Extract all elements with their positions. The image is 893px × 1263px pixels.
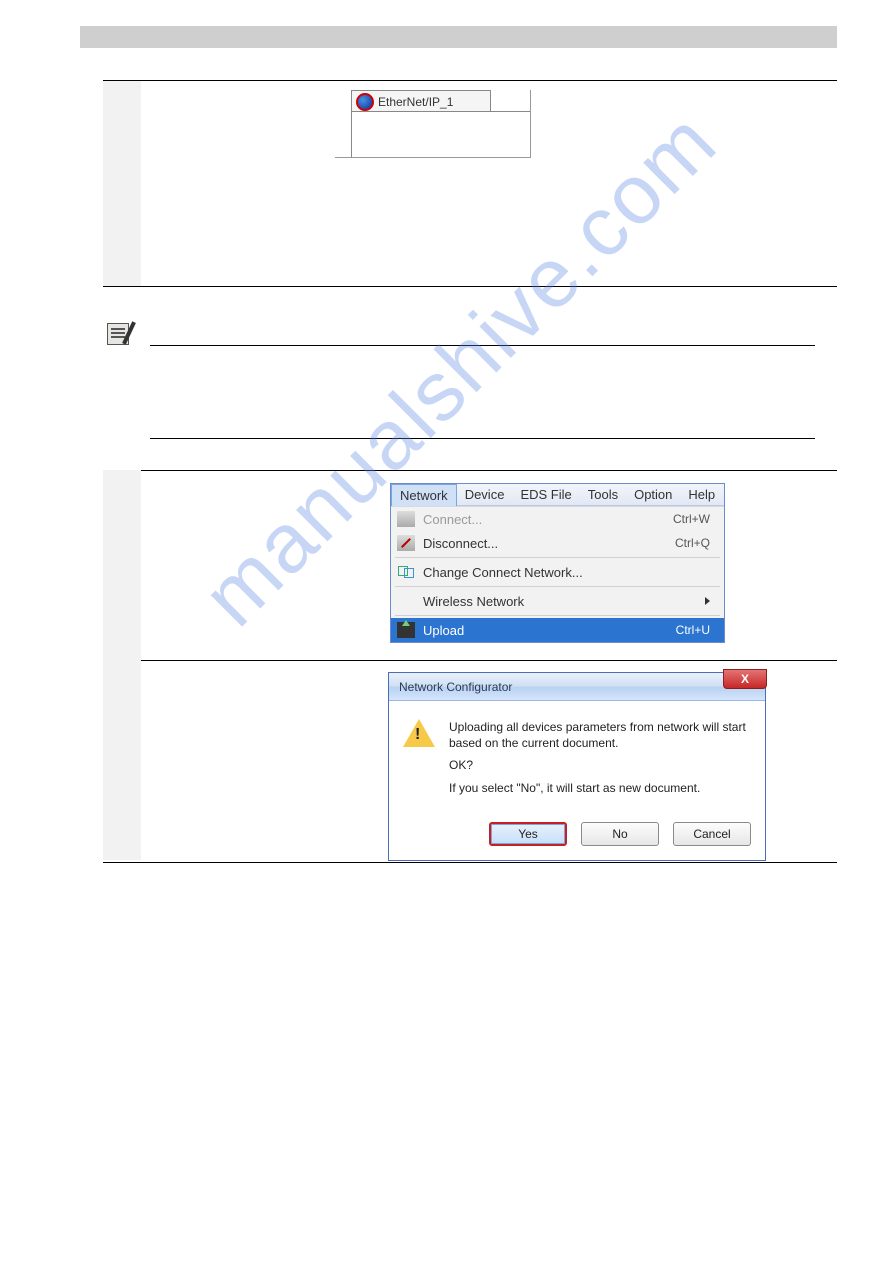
tab-ethernet-ip[interactable]: EtherNet/IP_1 [351,90,491,112]
menubar: Network Device EDS File Tools Option Hel… [391,484,724,506]
menu-label: Change Connect Network... [423,565,716,580]
connect-icon [397,511,415,527]
menu-device[interactable]: Device [457,484,513,505]
dialog-network-configurator: Network Configurator X Uploading all dev… [388,672,766,861]
menu-item-upload[interactable]: Upload Ctrl+U [391,618,724,642]
cancel-button[interactable]: Cancel [673,822,751,846]
menu-shortcut: Ctrl+U [676,623,716,637]
menu-label: Upload [423,623,668,638]
tab-pane [351,111,530,157]
note-icon [107,323,129,345]
menu-widget: Network Device EDS File Tools Option Hel… [390,483,725,643]
menu-item-connect[interactable]: Connect... Ctrl+W [391,507,724,531]
rule [150,438,815,439]
yes-button[interactable]: Yes [489,822,567,846]
dialog-message: Uploading all devices parameters from ne… [449,719,751,802]
warning-icon [403,719,435,751]
menu-separator [395,615,720,616]
dialog-body: Uploading all devices parameters from ne… [389,701,765,812]
tab-label: EtherNet/IP_1 [378,95,453,109]
chevron-right-icon [705,597,710,605]
menu-item-wireless[interactable]: Wireless Network [391,589,724,613]
rule [103,80,837,81]
menu-eds-file[interactable]: EDS File [512,484,579,505]
no-button[interactable]: No [581,822,659,846]
rule [150,345,815,346]
page-header-bar [80,26,837,48]
menu-network[interactable]: Network [391,484,457,506]
menu-separator [395,557,720,558]
change-network-icon [397,564,415,580]
rule [103,470,837,471]
menu-shortcut: Ctrl+W [673,512,716,526]
dialog-button-row: Yes No Cancel [389,812,765,860]
menu-tools[interactable]: Tools [580,484,626,505]
rule [103,286,837,287]
close-icon: X [741,672,749,686]
rule [103,862,837,863]
menu-shortcut: Ctrl+Q [675,536,716,550]
spacer-icon [397,593,415,609]
step-number-cell [103,470,141,660]
dialog-title: Network Configurator [399,680,512,694]
menu-item-change-network[interactable]: Change Connect Network... [391,560,724,584]
dialog-titlebar: Network Configurator X [389,673,765,701]
step-number-cell [103,81,141,286]
dialog-line: Uploading all devices parameters from ne… [449,719,751,751]
step-number-cell [103,660,141,860]
menu-label: Disconnect... [423,536,667,551]
rule [103,660,837,661]
dialog-line: OK? [449,757,751,773]
menu-help[interactable]: Help [680,484,723,505]
menu-option[interactable]: Option [626,484,680,505]
dialog-line: If you select "No", it will start as new… [449,780,751,796]
close-button[interactable]: X [723,669,767,689]
menu-label: Connect... [423,512,665,527]
menu-item-disconnect[interactable]: Disconnect... Ctrl+Q [391,531,724,555]
globe-icon [356,93,374,111]
upload-icon [397,622,415,638]
ethernet-tab-widget: EtherNet/IP_1 [335,90,531,158]
menu-dropdown: Connect... Ctrl+W Disconnect... Ctrl+Q C… [391,506,724,642]
menu-label: Wireless Network [423,594,697,609]
disconnect-icon [397,535,415,551]
menu-separator [395,586,720,587]
